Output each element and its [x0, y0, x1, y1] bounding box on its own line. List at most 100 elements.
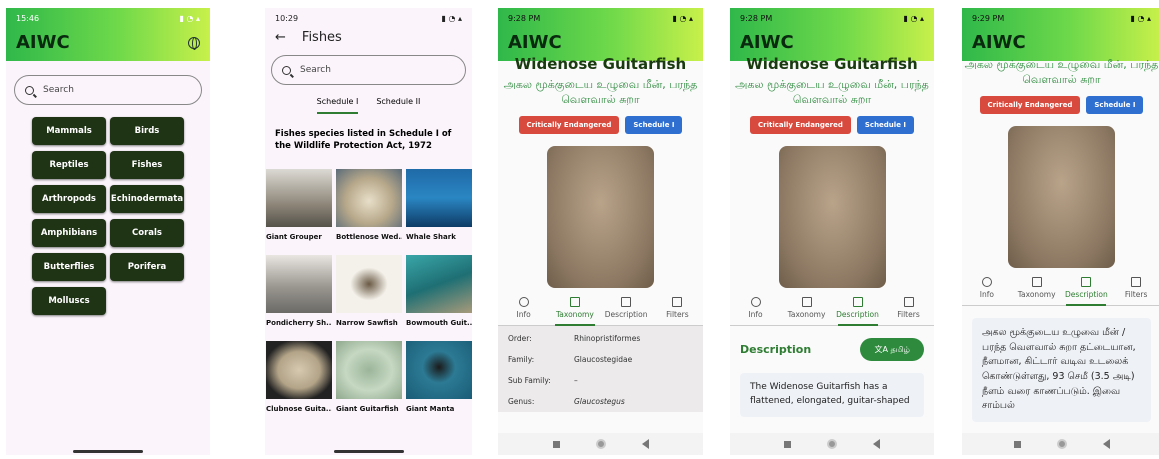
- back-icon[interactable]: [641, 439, 649, 449]
- filter-icon: [672, 296, 683, 307]
- back-arrow-icon[interactable]: ←: [275, 30, 286, 45]
- category-arthropods[interactable]: Arthropods: [32, 185, 106, 213]
- status-time: 9:29 PM: [972, 13, 1005, 23]
- status-badge: Critically Endangered: [518, 115, 620, 134]
- fish-grid: Giant Grouper Bottlenose Wed... Whale Sh…: [265, 168, 472, 427]
- detail-tabs: Info Taxonomy Description Filters: [498, 288, 703, 326]
- tab-taxonomy[interactable]: Taxonomy: [1013, 276, 1061, 299]
- detail-tabs: Info Taxonomy Description Filters: [962, 268, 1159, 306]
- app-title: AIWC: [972, 32, 1026, 53]
- tab-filters[interactable]: Filters: [885, 296, 933, 319]
- globe-icon[interactable]: [188, 36, 200, 50]
- translate-button[interactable]: 文A தமிழ்: [860, 337, 924, 361]
- category-butterflies[interactable]: Butterflies: [32, 253, 106, 281]
- status-icons: ▮ ◔ ▴: [1130, 13, 1151, 23]
- species-photo: [547, 145, 654, 288]
- filter-icon: [1131, 276, 1142, 287]
- document-icon: [852, 296, 863, 307]
- category-corals[interactable]: Corals: [110, 219, 184, 247]
- category-birds[interactable]: Birds: [110, 117, 184, 145]
- search-placeholder: Search: [43, 85, 74, 95]
- category-molluscs[interactable]: Molluscs: [32, 287, 106, 315]
- app-bar: 15:46 ▮ ◔ ▴ AIWC: [6, 8, 210, 61]
- status-bar: 9:28 PM ▮ ◔ ▴: [498, 8, 703, 28]
- species-header: அகல மூக்குடைய உழுவை மீன், பரந்த வெளவால் …: [962, 57, 1159, 114]
- fish-image: [406, 340, 472, 399]
- list-item[interactable]: Bowmouth Guit...: [406, 254, 472, 341]
- schedule-badge: Schedule I: [1086, 95, 1144, 114]
- tab-taxonomy[interactable]: Taxonomy: [783, 296, 831, 319]
- back-icon[interactable]: [1102, 439, 1110, 449]
- category-amphibians[interactable]: Amphibians: [32, 219, 106, 247]
- table-row: Sub Family: –: [508, 375, 578, 385]
- list-item[interactable]: Whale Shark: [406, 168, 472, 255]
- category-mammals[interactable]: Mammals: [32, 117, 106, 145]
- category-porifera[interactable]: Porifera: [110, 253, 184, 281]
- info-icon: [518, 296, 529, 307]
- gesture-bar[interactable]: [73, 450, 143, 453]
- category-reptiles[interactable]: Reptiles: [32, 151, 106, 179]
- fish-image: [336, 340, 402, 399]
- system-nav: [962, 433, 1159, 455]
- search-input[interactable]: Search: [14, 75, 202, 105]
- status-bar: 10:29 ▮ ◔ ▴: [265, 8, 472, 28]
- table-row: Family: Glaucostegidae: [508, 354, 633, 364]
- search-input[interactable]: Search: [271, 55, 466, 85]
- species-photo: [1008, 125, 1115, 268]
- tab-info[interactable]: Info: [963, 276, 1011, 299]
- species-photo: [778, 145, 886, 288]
- tab-description[interactable]: Description: [834, 296, 882, 326]
- back-icon[interactable]: [873, 439, 880, 449]
- category-fishes[interactable]: Fishes: [110, 151, 184, 179]
- tab-schedule-i[interactable]: Schedule I: [316, 97, 359, 114]
- list-item[interactable]: Pondicherry Sh...: [266, 254, 332, 341]
- schedule-badge: Schedule I: [856, 115, 914, 134]
- status-badge: Critically Endangered: [750, 115, 851, 134]
- tab-description[interactable]: Description: [1062, 276, 1110, 306]
- home-icon[interactable]: [827, 439, 837, 449]
- species-name: Widenose Guitarfish: [514, 55, 687, 73]
- taxonomy-icon: [1031, 276, 1042, 287]
- tab-description[interactable]: Description: [602, 296, 650, 319]
- list-item[interactable]: Bottlenose Wed...: [336, 168, 402, 255]
- tab-taxonomy[interactable]: Taxonomy: [551, 296, 599, 326]
- list-heading: Fishes species listed in Schedule I of t…: [275, 129, 452, 152]
- schedule-badge: Schedule I: [625, 115, 683, 134]
- home-icon[interactable]: [1056, 439, 1067, 449]
- recents-icon[interactable]: [552, 440, 560, 448]
- fish-image: [406, 168, 472, 227]
- species-tamil-name: அகல மூக்குடைய உழுவை மீன், பரந்த வெளவால் …: [735, 78, 929, 107]
- detail-tabs: Info Taxonomy Description Filters: [730, 288, 934, 326]
- list-item[interactable]: Giant Grouper: [266, 168, 332, 255]
- category-echinodermata[interactable]: Echinodermata: [110, 185, 184, 213]
- tab-schedule-ii[interactable]: Schedule II: [376, 97, 420, 114]
- top-bar: ← Fishes: [265, 28, 472, 55]
- list-item[interactable]: Narrow Sawfish: [336, 254, 402, 341]
- tab-info[interactable]: Info: [732, 296, 780, 319]
- filter-icon: [903, 296, 914, 307]
- tab-info[interactable]: Info: [500, 296, 548, 319]
- list-item[interactable]: Clubnose Guita...: [266, 340, 332, 427]
- status-icons: ▮ ◔ ▴: [903, 13, 924, 23]
- list-item[interactable]: Giant Guitarfish: [336, 340, 402, 427]
- search-placeholder: Search: [300, 65, 331, 75]
- phone-species-taxonomy: 9:28 PM ▮ ◔ ▴ AIWC Widenose Guitarfish அக…: [498, 8, 703, 455]
- home-icon[interactable]: [595, 439, 606, 449]
- status-bar: 15:46 ▮ ◔ ▴: [6, 8, 210, 28]
- description-header: Description 文A தமிழ்: [730, 326, 934, 365]
- species-header: Widenose Guitarfish அகல மூக்குடைய உழுவை …: [730, 55, 934, 134]
- gesture-bar[interactable]: [333, 450, 404, 453]
- recents-icon[interactable]: [1013, 440, 1021, 448]
- tab-filters[interactable]: Filters: [653, 296, 701, 319]
- description-text: The Widenose Guitarfish has a flattened,…: [740, 372, 924, 417]
- fish-image: [266, 340, 332, 399]
- table-row: Genus: Glaucostegus: [508, 396, 625, 406]
- taxonomy-icon: [569, 296, 580, 307]
- list-item[interactable]: Giant Manta: [406, 340, 472, 427]
- recents-icon[interactable]: [784, 440, 791, 448]
- status-time: 15:46: [16, 13, 40, 23]
- status-time: 10:29: [275, 13, 299, 23]
- table-row: Order: Rhinopristiformes: [508, 333, 641, 343]
- tab-filters[interactable]: Filters: [1112, 276, 1159, 299]
- phone-species-description: 9:28 PM ▮ ◔ ▴ AIWC Widenose Guitarfish அக…: [730, 8, 934, 455]
